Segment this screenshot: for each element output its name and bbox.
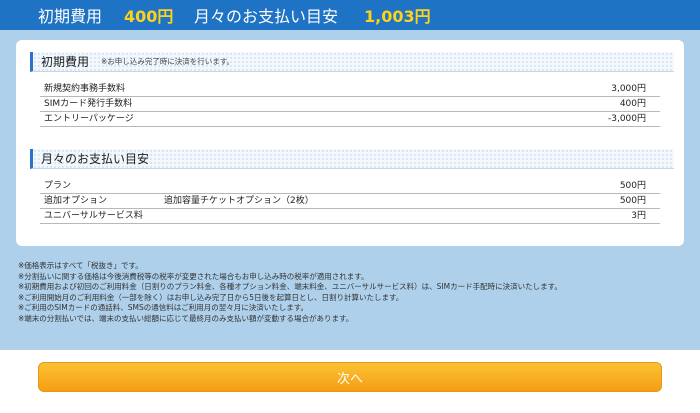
monthly-cost-section-header: 月々のお支払い目安 [30, 149, 674, 169]
item-detail: 追加容量チケットオプション（2枚） [164, 196, 314, 206]
item-value: 3,000円 [611, 84, 646, 94]
initial-cost-section-title: 初期費用 [41, 55, 90, 69]
monthly-cost-list: プラン 500円 追加オプション 追加容量チケットオプション（2枚） 500円 … [40, 179, 660, 224]
monthly-cost-row: 追加オプション 追加容量チケットオプション（2枚） 500円 [40, 194, 660, 209]
monthly-cost-section-title: 月々のお支払い目安 [41, 152, 150, 166]
initial-cost-section-note: ※お申し込み完了時に決済を行います。 [101, 57, 235, 66]
item-value: 500円 [619, 196, 646, 206]
item-name: 新規契約事務手数料 [44, 84, 126, 94]
next-button[interactable]: 次へ [38, 362, 662, 392]
item-name: 追加オプション [44, 196, 108, 206]
initial-cost-label: 初期費用 [38, 7, 103, 26]
monthly-cost-label: 月々のお支払い目安 [194, 7, 339, 26]
initial-cost-row: SIMカード発行手数料 400円 [40, 97, 660, 112]
note-line: ※初期費用および初回のご利用料金（日割りのプラン料金、各種オプション料金、端末料… [18, 282, 562, 292]
monthly-cost-amount: 1,003円 [364, 7, 431, 26]
item-name: ユニバーサルサービス料 [44, 211, 143, 221]
initial-cost-row: 新規契約事務手数料 3,000円 [40, 82, 660, 97]
note-line: ※ご利用開始月のご利用料金（一部を除く）はお申し込み完了日から5日後を起算日とし… [18, 292, 404, 302]
note-line: ※ご利用のSIMカードの通話料、SMSの通信料はご利用月の翌々月に決済いたします… [18, 303, 308, 313]
initial-cost-section-header: 初期費用 ※お申し込み完了時に決済を行います。 [30, 52, 674, 72]
item-value: 3円 [631, 211, 646, 221]
note-line: ※端末の分割払いでは、端末の支払い総額に応じて最終月のみ支払い額が変動する場合が… [18, 313, 354, 323]
item-value: 400円 [619, 99, 646, 109]
item-name: エントリーパッケージ [44, 114, 134, 124]
note-line: ※分割払いに関する価格は今後消費税等の税率が変更された場合もお申し込み時の税率が… [18, 271, 369, 281]
note-line: ※価格表示はすべて「税抜き」です。 [18, 261, 143, 270]
item-value: 500円 [619, 181, 646, 191]
monthly-cost-row: ユニバーサルサービス料 3円 [40, 209, 660, 224]
item-name: プラン [44, 181, 72, 191]
initial-cost-list: 新規契約事務手数料 3,000円 SIMカード発行手数料 400円 エントリーパ… [40, 82, 660, 127]
item-value: -3,000円 [607, 114, 646, 124]
cost-summary-bar: 初期費用 400円 月々のお支払い目安 1,003円 [0, 0, 700, 30]
next-button-label: 次へ [336, 371, 363, 387]
price-notes: ※価格表示はすべて「税抜き」です。 ※分割払いに関する価格は今後消費税等の税率が… [18, 261, 688, 325]
monthly-cost-row: プラン 500円 [40, 179, 660, 194]
initial-cost-row: エントリーパッケージ -3,000円 [40, 112, 660, 127]
item-name: SIMカード発行手数料 [44, 99, 133, 109]
initial-cost-amount: 400円 [124, 7, 174, 26]
